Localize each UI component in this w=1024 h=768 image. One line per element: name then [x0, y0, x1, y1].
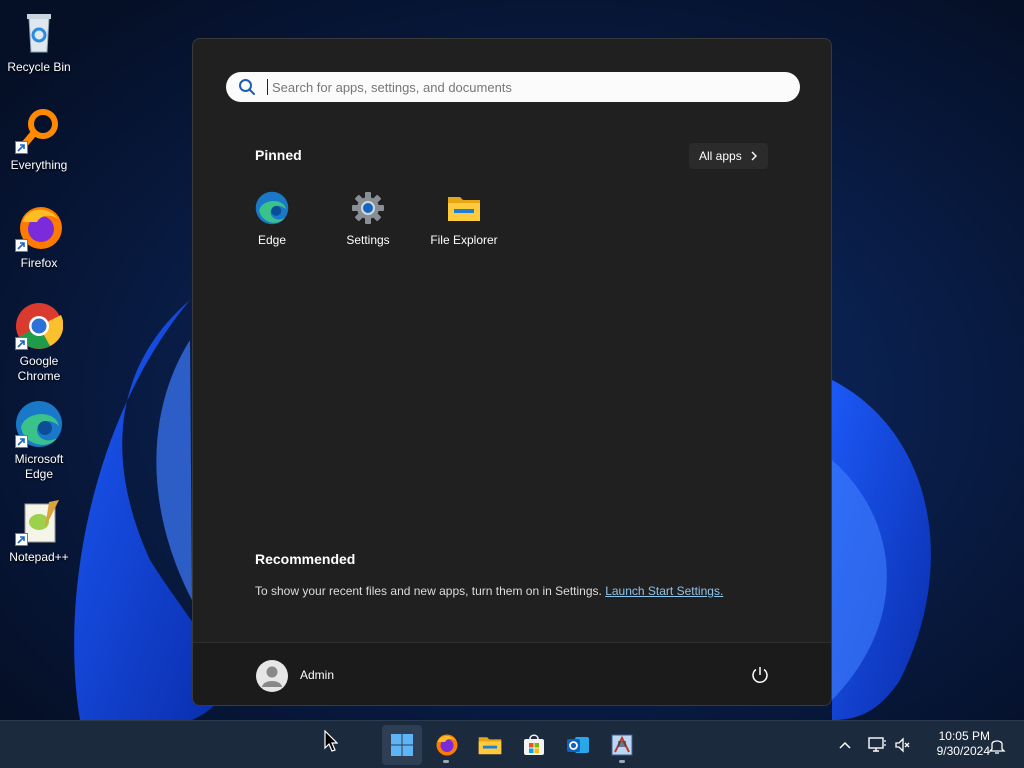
shortcut-arrow-icon — [15, 533, 28, 546]
clock[interactable]: 10:05 PM 9/30/2024 — [920, 729, 990, 759]
pinned-title: Pinned — [255, 147, 302, 163]
bell-icon — [988, 740, 1006, 754]
firefox-icon — [436, 734, 458, 756]
search-box[interactable] — [226, 72, 800, 102]
launch-start-settings-link[interactable]: Launch Start Settings. — [605, 584, 723, 598]
desktop-icon-notepad-plus-plus[interactable]: Notepad++ — [4, 498, 74, 565]
volume-button[interactable] — [892, 734, 914, 756]
desktop-icon-firefox[interactable]: Firefox — [4, 204, 74, 271]
taskbar-outlook[interactable] — [558, 725, 598, 765]
notepad-plus-plus-icon — [15, 498, 63, 546]
desktop-icon-label: Microsoft Edge — [14, 452, 64, 481]
firefox-icon — [15, 204, 63, 252]
mouse-cursor-icon — [324, 730, 338, 752]
everything-search-icon — [15, 106, 63, 154]
all-apps-button[interactable]: All apps — [689, 143, 768, 169]
start-button[interactable] — [382, 725, 422, 765]
show-hidden-icons-button[interactable] — [834, 734, 856, 756]
search-input[interactable] — [270, 78, 774, 96]
pinned-app-label: Settings — [346, 233, 390, 247]
taskbar-microsoft-store[interactable] — [514, 725, 554, 765]
outlook-icon — [567, 737, 589, 753]
clock-time: 10:05 PM — [938, 729, 990, 743]
desktop-icon-google-chrome[interactable]: Google Chrome — [4, 302, 74, 384]
desktop-icon-label: Firefox — [20, 256, 58, 270]
recommended-text: To show your recent files and new apps, … — [255, 584, 602, 598]
chevron-right-icon — [751, 151, 757, 161]
taskbar: 10:05 PM 9/30/2024 — [0, 720, 1024, 768]
shortcut-arrow-icon — [15, 239, 28, 252]
desktop-icon-label: Recycle Bin — [7, 60, 71, 74]
start-menu-footer: Admin — [193, 642, 831, 705]
chevron-up-icon — [839, 741, 851, 749]
notifications-button[interactable] — [986, 734, 1008, 756]
pinned-app-label: Edge — [257, 233, 287, 247]
desktop-icon-recycle-bin[interactable]: Recycle Bin — [4, 8, 74, 75]
edge-icon — [255, 191, 289, 225]
pinned-app-file-explorer[interactable]: File Explorer — [416, 187, 512, 247]
settings-gear-icon — [351, 191, 385, 225]
volume-muted-icon — [895, 737, 910, 753]
network-icon — [868, 737, 886, 752]
running-indicator — [443, 760, 449, 763]
recycle-bin-icon — [15, 8, 63, 56]
edge-icon — [15, 400, 63, 448]
desktop-icon-label: Google Chrome — [17, 354, 61, 383]
pinned-app-edge[interactable]: Edge — [224, 187, 320, 247]
all-apps-label: All apps — [699, 149, 742, 163]
desktop-icon-label: Everything — [10, 158, 68, 172]
start-icon — [391, 734, 413, 756]
user-avatar[interactable] — [256, 660, 288, 692]
recommended-title: Recommended — [255, 551, 356, 567]
taskbar-file-explorer[interactable] — [470, 725, 510, 765]
running-indicator — [619, 760, 625, 763]
recommended-message: To show your recent files and new apps, … — [255, 584, 723, 598]
desktop-icon-everything[interactable]: Everything — [4, 106, 74, 173]
power-button[interactable] — [749, 664, 771, 686]
folder-icon — [447, 191, 481, 225]
clock-date: 9/30/2024 — [936, 744, 990, 758]
pinned-app-label: File Explorer — [430, 233, 498, 247]
start-menu: Pinned All apps Edge Settings File Explo… — [192, 38, 832, 706]
microsoft-store-icon — [524, 734, 544, 755]
shortcut-arrow-icon — [15, 435, 28, 448]
taskbar-pinned-app[interactable] — [602, 725, 642, 765]
shortcut-arrow-icon — [15, 141, 28, 154]
network-status-button[interactable] — [866, 734, 888, 756]
text-caret — [267, 79, 268, 95]
pinned-app-settings[interactable]: Settings — [320, 187, 416, 247]
user-name[interactable]: Admin — [300, 668, 334, 682]
desktop-icon-label: Notepad++ — [9, 550, 69, 564]
taskbar-firefox[interactable] — [426, 725, 466, 765]
chrome-icon — [15, 302, 64, 350]
search-icon — [239, 79, 255, 95]
power-icon — [752, 667, 768, 683]
shortcut-arrow-icon — [15, 337, 28, 350]
desktop-icon-microsoft-edge[interactable]: Microsoft Edge — [4, 400, 74, 482]
file-explorer-icon — [478, 737, 502, 755]
app-icon — [611, 734, 633, 756]
user-icon — [262, 666, 282, 687]
